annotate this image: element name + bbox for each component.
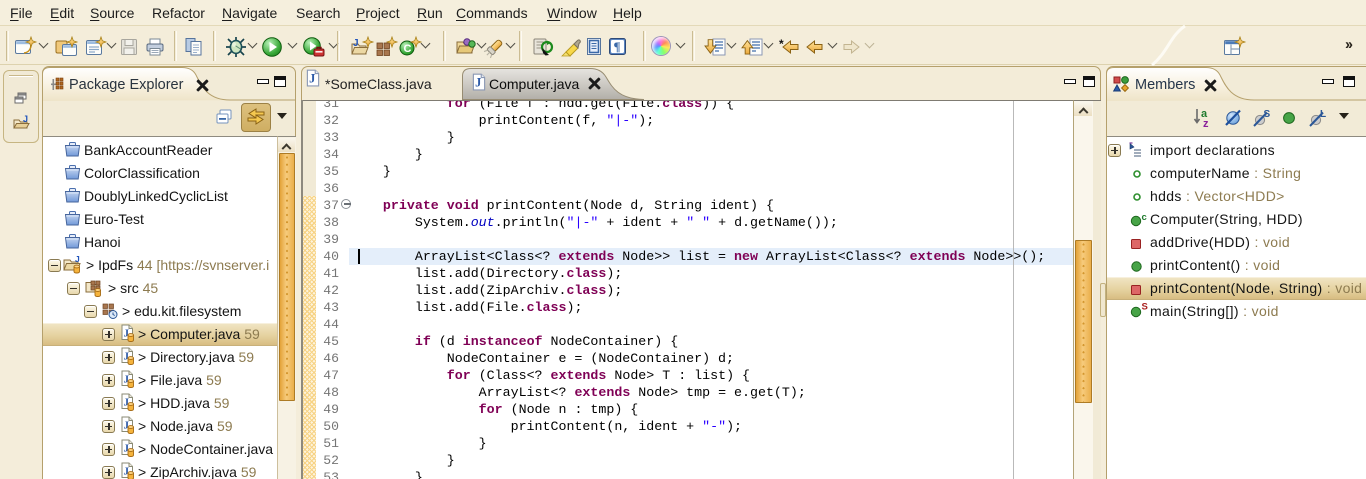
svg-text:c: c [1142, 212, 1148, 223]
svg-text:¶: ¶ [614, 39, 621, 54]
svg-text:S: S [1142, 302, 1149, 313]
svg-text:*: * [779, 37, 784, 51]
svg-text:J: J [309, 72, 315, 86]
svg-text:C: C [404, 43, 412, 55]
svg-text:J: J [475, 76, 481, 90]
svg-text:J: J [23, 114, 28, 124]
svg-text:z: z [1203, 118, 1209, 130]
svg-text:J: J [353, 38, 359, 49]
